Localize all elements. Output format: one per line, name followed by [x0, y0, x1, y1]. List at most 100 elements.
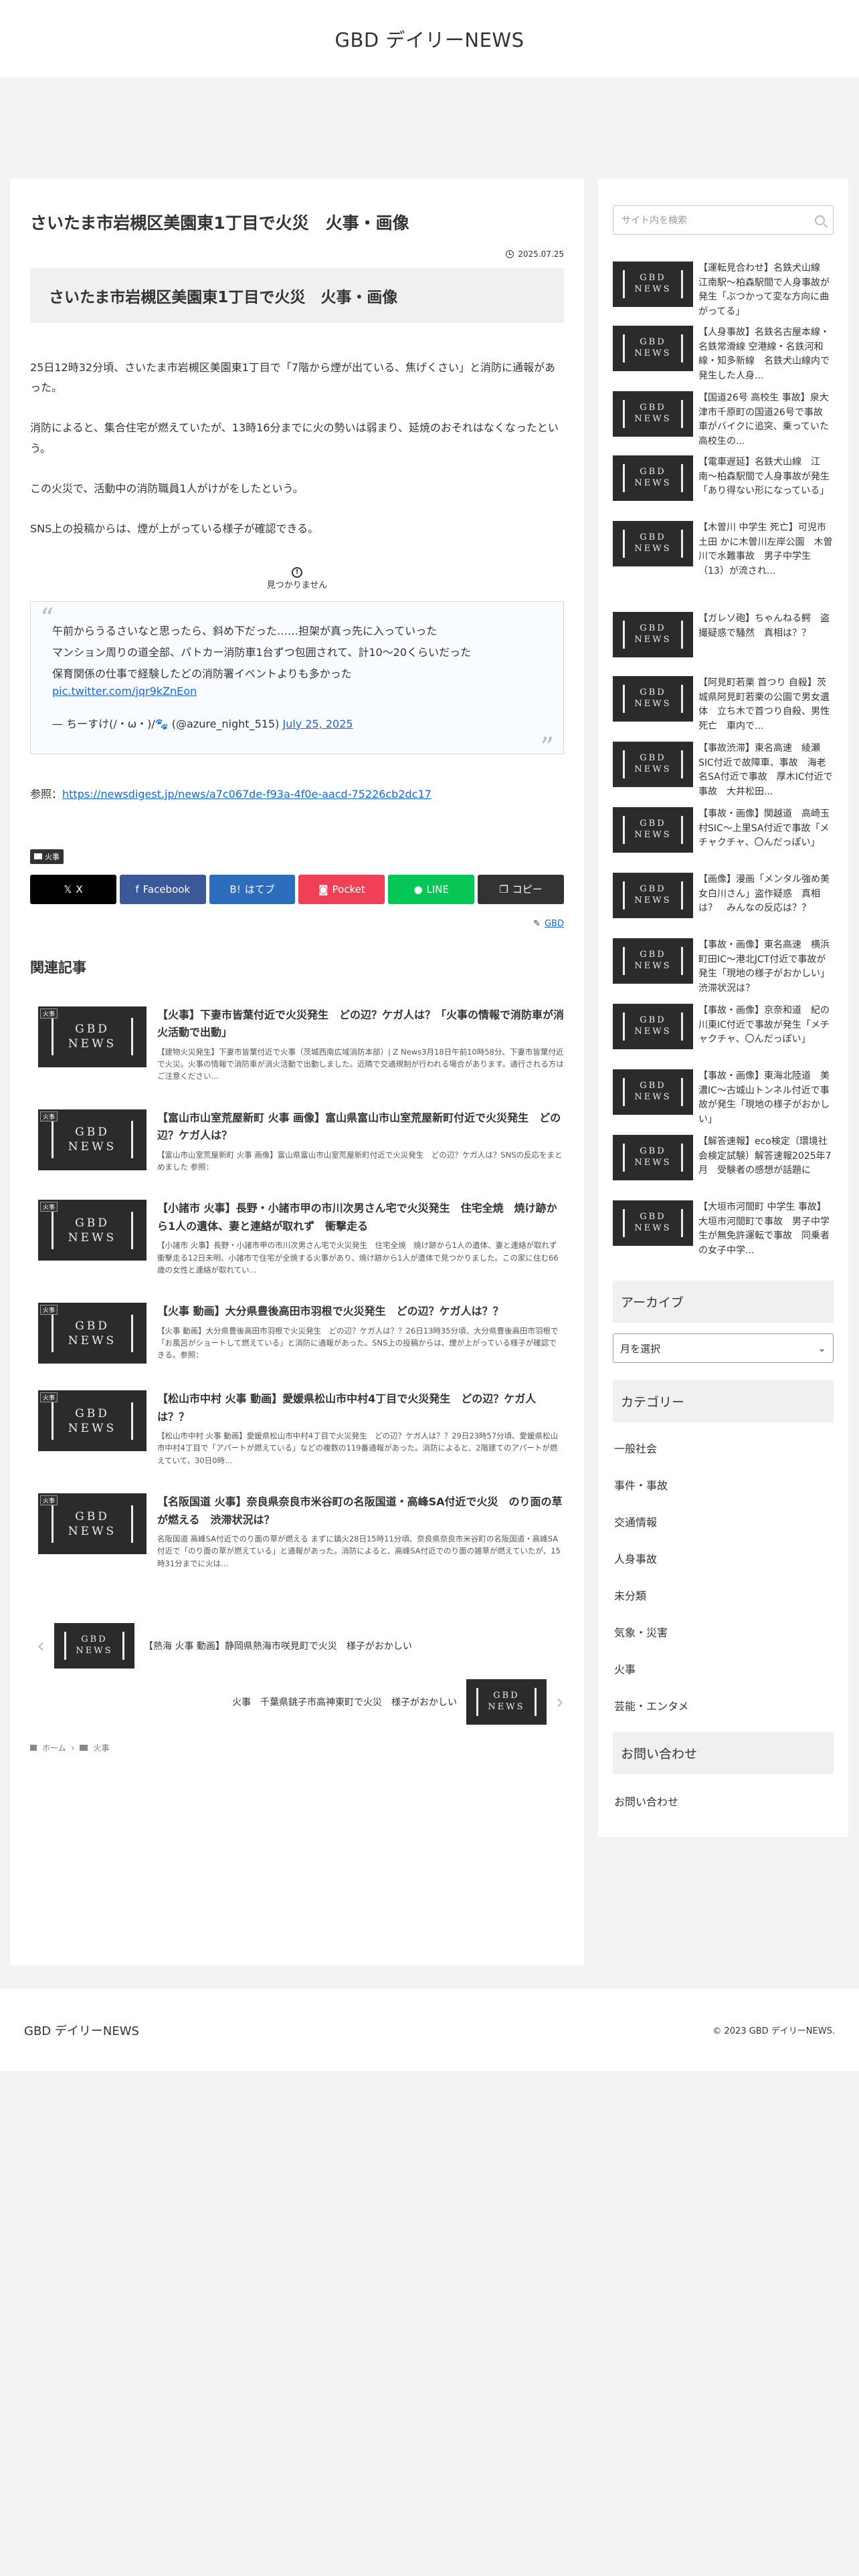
post-pager: ‹ GBD NEWS 【熱海 火事 動画】静岡県熱海市咲見町で火災 様子がおかしい…: [30, 1623, 564, 1737]
share-facebook-button[interactable]: f Facebook: [119, 874, 206, 904]
related-snippet: 【松山市中村 火事 動画】愛媛県松山市中村4丁目で火災発生 どの辺？ケガ人は？？…: [157, 1431, 559, 1465]
archive-select[interactable]: 月を選択 ⌄: [613, 1333, 834, 1363]
clock-icon: [506, 249, 514, 258]
side-thumb: GBD NEWS: [613, 261, 693, 307]
copy-button[interactable]: ❐ コピー: [478, 874, 564, 904]
category-tag[interactable]: 火事: [30, 849, 64, 864]
related-item[interactable]: 火事 GBD NEWS 【富山市山室荒屋新町 火事 画像】富山県富山市山室荒屋新町付…: [30, 1109, 564, 1174]
chevron-right-icon: ›: [556, 1690, 564, 1714]
related-item[interactable]: 火事 GBD NEWS 【松山市中村 火事 動画】愛媛県松山市中村4丁目で火災発生 …: [30, 1390, 564, 1467]
category-link[interactable]: 芸能・エンタメ: [614, 1697, 834, 1713]
search-input[interactable]: サイト内を検索: [613, 205, 834, 235]
category-link[interactable]: 人身事故: [614, 1550, 834, 1566]
thumbnail[interactable]: 火事 GBD NEWS: [38, 1006, 147, 1067]
search-icon[interactable]: [815, 215, 825, 225]
sidebar: サイト内を検索 GBD NEWS 【運転見合わせ】名鉄犬山線 江南駅〜柏森駅間で人身…: [598, 179, 848, 1837]
image-not-found: ! 見つかりません: [30, 566, 564, 591]
related-item[interactable]: 火事 GBD NEWS 【名阪国道 火事】奈良県奈良市米谷町の名阪国道・高峰SA付近…: [30, 1493, 564, 1570]
sidebar-post[interactable]: GBD NEWS 【電車遅延】名鉄犬山線 江南〜柏森駅間で人身事故が発生「あり得ない…: [613, 455, 834, 501]
amp-link-label[interactable]: GBD: [545, 919, 564, 929]
sidebar-post[interactable]: GBD NEWS 【事故渋滞】東名高速 綾瀬SIC付近で故障車、事故 海老名SA付近…: [613, 742, 834, 800]
related-item[interactable]: 火事 GBD NEWS 【火事】下妻市皆葉付近で火災発生 どの辺？ケガ人は？「火事の…: [30, 1006, 564, 1083]
sidebar-post[interactable]: GBD NEWS 【阿見町若栗 首つり 自殺】茨城県阿見町若栗の公園で男女遺体 立ち…: [613, 676, 834, 734]
archive-title: アーカイブ: [613, 1281, 834, 1323]
share-pocket-button[interactable]: ◙ Pocket: [298, 874, 385, 904]
reference-label: 参照：: [30, 787, 63, 800]
category-link[interactable]: 一般社会: [614, 1440, 834, 1456]
site-title[interactable]: GBD デイリーNEWS: [335, 25, 524, 53]
thumbnail[interactable]: 火事 GBD NEWS: [38, 1109, 147, 1170]
thumbnail[interactable]: 火事 GBD NEWS: [38, 1390, 147, 1452]
embedded-tweet: “ 午前からうるさいなと思ったら、斜め下だった……担架が真っ先に入っていった マ…: [30, 601, 564, 763]
side-thumb: GBD NEWS: [613, 676, 693, 722]
thumb-tag: 火事: [40, 1111, 58, 1121]
sidebar-post[interactable]: GBD NEWS 【大垣市河間町 中学生 事故】大垣市河間町で事故 男子中学生が無免…: [613, 1200, 834, 1259]
related-title[interactable]: 【松山市中村 火事 動画】愛媛県松山市中村4丁目で火災発生 どの辺？ケガ人は？？: [157, 1390, 564, 1426]
category-title: カテゴリー: [613, 1380, 834, 1422]
sidebar-post[interactable]: GBD NEWS 【画像】漫画「メンタル強め美女白川さん」盗作疑惑 真相は？ みんな…: [613, 873, 834, 918]
reference: 参照：https://newsdigest.jp/news/a7c067de-f…: [30, 785, 564, 801]
thumb-tag: 火事: [40, 1008, 58, 1018]
share-line-button[interactable]: ● LINE: [388, 874, 475, 904]
category-link[interactable]: 火事: [614, 1660, 834, 1677]
reference-link[interactable]: https://newsdigest.jp/news/a7c067de-f93a…: [62, 788, 432, 800]
related-item[interactable]: 火事 GBD NEWS 【小諸市 火事】長野・小諸市甲の市川次男さん宅で火災発生 住…: [30, 1200, 565, 1276]
related-title[interactable]: 【富山市山室荒屋新町 火事 画像】富山県富山市山室荒屋新町付近で火災発生 どの辺…: [157, 1109, 564, 1145]
paragraph: SNS上の投稿からは、煙が上がっている様子が確認できる。: [30, 522, 319, 536]
chevron-left-icon: ‹: [37, 1634, 45, 1658]
sidebar-post[interactable]: GBD NEWS 【木曽川 中学生 死亡】可児市土田 かに木曽川左岸公園 木曽川で水…: [613, 521, 834, 579]
side-post-title: 【事故・画像】関越道 高崎玉村SIC〜上里SA付近で事故「メチャクチャ、〇んだっ…: [698, 809, 830, 849]
side-thumb: GBD NEWS: [613, 391, 693, 437]
related-body: 【火事】下妻市皆葉付近で火災発生 どの辺？ケガ人は？「火事の情報で消防車が消火活…: [157, 1006, 564, 1083]
side-thumb: GBD NEWS: [613, 742, 693, 787]
breadcrumb-category[interactable]: 火事: [93, 1742, 109, 1753]
recent-posts: GBD NEWS 【運転見合わせ】名鉄犬山線 江南駅〜柏森駅間で人身事故が発生「ぶつ…: [613, 235, 834, 1271]
related-title[interactable]: 【小諸市 火事】長野・小諸市甲の市川次男さん宅で火災発生 住宅全焼 焼け跡から1…: [157, 1200, 564, 1235]
related-body: 【富山市山室荒屋新町 火事 画像】富山県富山市山室荒屋新町付近で火災発生 どの辺…: [157, 1109, 564, 1174]
category-link[interactable]: 事件・事故: [614, 1477, 834, 1493]
tweet-date-link[interactable]: July 25, 2025: [282, 718, 353, 730]
quote-close-icon: ”: [540, 732, 554, 763]
related-body: 【小諸市 火事】長野・小諸市甲の市川次男さん宅で火災発生 住宅全焼 焼け跡から1…: [157, 1200, 565, 1276]
category-link[interactable]: 気象・災害: [614, 1624, 834, 1640]
sidebar-post[interactable]: GBD NEWS 【国道26号 高校生 事故】泉大津市千原町の国道26号で事故 車が…: [613, 391, 834, 449]
sidebar-post[interactable]: GBD NEWS 【事故・画像】東海北陸道 美濃IC〜古城山トンネル付近で事故が発生…: [613, 1069, 834, 1128]
related-title[interactable]: 【名阪国道 火事】奈良県奈良市米谷町の名阪国道・高峰SA付近で火災 のり面の草が…: [157, 1493, 564, 1529]
sidebar-post[interactable]: GBD NEWS 【ガレソ砲】ちゃんねる鰐 盗撮疑惑で騒然 真相は？？: [613, 612, 834, 657]
share-hatena-button[interactable]: B! はてブ: [209, 874, 296, 904]
site-footer: GBD デイリーNEWS © 2023 GBD デイリーNEWS.: [0, 1989, 859, 2071]
related-snippet: 【小諸市 火事】長野・小諸市甲の市川次男さん宅で火災発生 住宅全焼 焼け跡から1…: [157, 1241, 565, 1275]
thumb-logo: GBD NEWS: [51, 1018, 134, 1056]
sidebar-post[interactable]: GBD NEWS 【事故・画像】京奈和道 紀の川東IC付近で事故が発生「メチャクチャ…: [613, 1004, 834, 1049]
contact-link[interactable]: お問い合わせ: [614, 1796, 678, 1808]
sidebar-post[interactable]: GBD NEWS 【運転見合わせ】名鉄犬山線 江南駅〜柏森駅間で人身事故が発生「ぶつ…: [613, 261, 834, 320]
related-title[interactable]: 【火事 動画】大分県豊後高田市羽根で火災発生 どの辺？ケガ人は？？: [157, 1303, 564, 1320]
related-snippet: 【火事 動画】大分県豊後高田市羽根で火災発生 どの辺？ケガ人は？？26日13時3…: [157, 1325, 559, 1360]
related-title[interactable]: 【火事】下妻市皆葉付近で火災発生 どの辺？ケガ人は？「火事の情報で消防車が消火活…: [157, 1006, 564, 1042]
side-post-title: 【事故・画像】東海北陸道 美濃IC〜古城山トンネル付近で事故が発生「現地の様子が…: [698, 1071, 830, 1125]
side-thumb: GBD NEWS: [613, 1200, 693, 1246]
thumb-logo: GBD NEWS: [51, 1505, 134, 1543]
thumbnail[interactable]: 火事 GBD NEWS: [38, 1303, 147, 1364]
thumbnail[interactable]: 火事 GBD NEWS: [38, 1493, 147, 1555]
thumbnail[interactable]: 火事 GBD NEWS: [38, 1200, 147, 1261]
footer-logo[interactable]: GBD デイリーNEWS: [24, 2022, 139, 2039]
sidebar-post[interactable]: GBD NEWS 【事故・画像】関越道 高崎玉村SIC〜上里SA付近で事故「メチャク…: [613, 807, 834, 853]
sidebar-post[interactable]: GBD NEWS 【解答速報】eco検定（環境社会検定試験）解答速報2025年7月 …: [613, 1135, 834, 1180]
category-link[interactable]: 未分類: [614, 1587, 834, 1603]
thumb-logo: GBD NEWS: [51, 1211, 134, 1249]
next-post-title: 火事 千葉県銚子市高神東町で火災 様子がおかしい: [232, 1697, 457, 1709]
category-link[interactable]: 交通情報: [614, 1513, 834, 1529]
tweet-pic-link[interactable]: pic.twitter.com/jqr9kZnEon: [52, 685, 197, 697]
sidebar-post[interactable]: GBD NEWS 【事故・画像】東名高速 横浜町田IC〜港北JCT付近で事故が発生「…: [613, 938, 834, 996]
next-post-link[interactable]: 火事 千葉県銚子市高神東町で火災 様子がおかしい GBD NEWS ›: [232, 1679, 564, 1725]
related-item[interactable]: 火事 GBD NEWS 【火事 動画】大分県豊後高田市羽根で火災発生 どの辺？ケガ人…: [30, 1303, 564, 1364]
chevron-down-icon: ⌄: [818, 1342, 826, 1354]
side-thumb: GBD NEWS: [613, 455, 693, 501]
prev-post-link[interactable]: ‹ GBD NEWS 【熱海 火事 動画】静岡県熱海市咲見町で火災 様子がおかしい: [37, 1623, 412, 1669]
sidebar-post[interactable]: GBD NEWS 【人身事故】名鉄名古屋本線・名鉄常滑線 空港線・名鉄河和線・知多新…: [613, 326, 834, 384]
breadcrumb-home[interactable]: ホーム: [42, 1742, 66, 1753]
share-x-button[interactable]: 𝕏X: [30, 874, 116, 904]
related-snippet: 【建物火災発生】下妻市皆葉付近で火事（茨城西南広域消防本部）| Z News3月…: [157, 1047, 564, 1081]
amp-link[interactable]: ✎ GBD: [30, 919, 564, 929]
